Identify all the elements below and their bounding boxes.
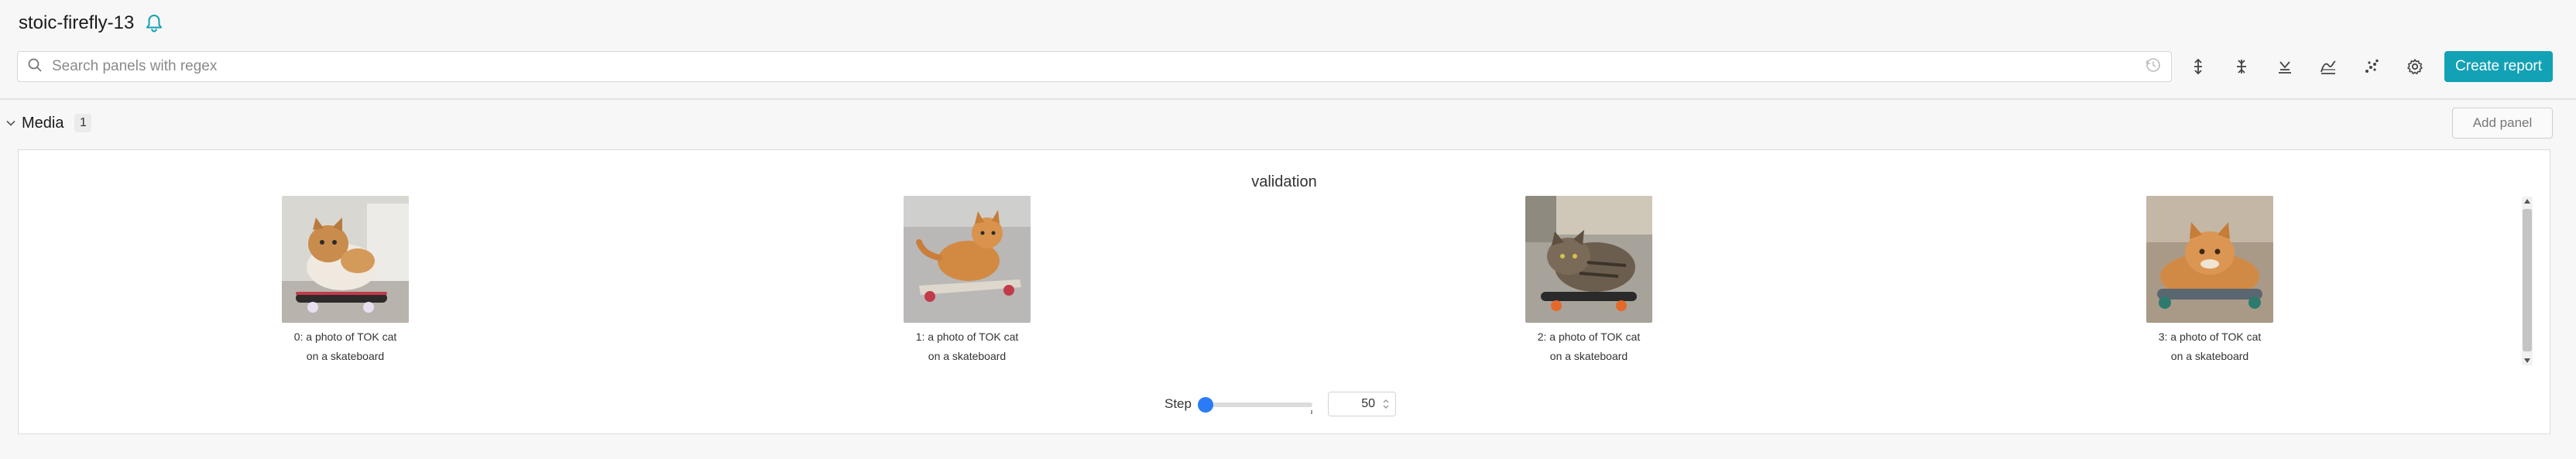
chevron-down-icon[interactable] [3,115,19,131]
run-title: stoic-firefly-13 [19,12,135,33]
section-divider [0,98,2576,100]
media-item: 0: a photo of TOK cat on a skateboard [280,196,411,366]
create-report-button[interactable]: Create report [2444,51,2553,82]
scroll-down-icon[interactable] [2522,356,2533,365]
slider-handle[interactable] [1197,397,1213,413]
expand-vertical-icon[interactable] [2181,51,2215,82]
panel-scrollbar[interactable] [2522,197,2533,365]
media-caption: 0: a photo of TOK cat [293,331,397,343]
step-input[interactable]: 50 [1327,392,1396,416]
section-header-media[interactable]: Media 1 Add panel [0,108,2553,139]
media-image[interactable] [1525,196,1652,323]
media-item: 3: a photo of TOK cat on a skateboard [2144,196,2276,366]
search-input[interactable] [50,57,2138,76]
media-item: 2: a photo of TOK cat on a skateboard [1523,196,1655,366]
slider-track[interactable] [1200,402,1312,407]
media-caption: on a skateboard [1549,350,1628,362]
media-caption: 1: a photo of TOK cat [915,331,1019,343]
media-caption: on a skateboard [2170,350,2249,362]
run-header: stoic-firefly-13 [19,8,165,39]
media-caption: on a skateboard [306,350,385,362]
scatter-icon[interactable] [2355,51,2389,82]
scroll-up-icon[interactable] [2522,197,2533,206]
slider-tick [1310,410,1312,414]
panel-count-badge: 1 [74,114,92,132]
media-caption: 3: a photo of TOK cat [2158,331,2262,343]
step-control: Step 50 [1165,391,1396,417]
panel-toolbar: Create report [17,51,2553,82]
media-image[interactable] [2146,196,2273,323]
add-panel-button[interactable]: Add panel [2452,108,2553,139]
search-bar[interactable] [17,51,2173,82]
scroll-thumb[interactable] [2523,209,2532,351]
panel-title: validation [1251,173,1317,190]
step-value: 50 [1361,397,1375,410]
media-panel: validation 0: a photo of TOK cat on a sk… [18,149,2550,434]
settings-gear-icon[interactable] [2398,51,2432,82]
media-caption: 2: a photo of TOK cat [1537,331,1641,343]
section-title: Media [22,114,64,132]
media-image[interactable] [282,196,409,323]
media-caption: on a skateboard [928,350,1007,362]
collapse-icon[interactable] [2224,51,2259,82]
step-slider[interactable] [1197,391,1315,417]
search-icon [27,57,43,77]
ignore-outliers-icon[interactable] [2268,51,2302,82]
media-item: 1: a photo of TOK cat on a skateboard [901,196,1033,366]
bell-icon[interactable] [143,12,165,34]
media-image[interactable] [904,196,1031,323]
history-icon[interactable] [2145,57,2162,77]
smoothing-icon[interactable] [2311,51,2345,82]
stepper-arrows-icon[interactable] [1383,399,1389,409]
step-label: Step [1165,396,1192,411]
